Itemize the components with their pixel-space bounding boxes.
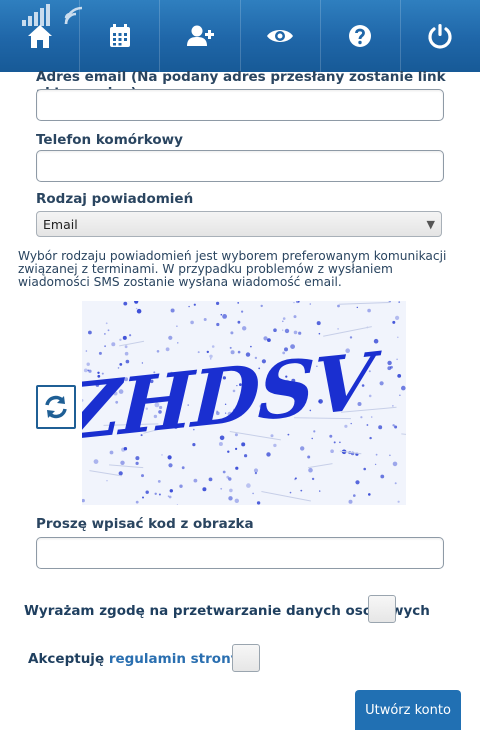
nav-view-button[interactable] bbox=[241, 0, 321, 72]
nav-add-user-button[interactable] bbox=[160, 0, 241, 72]
notification-type-select[interactable]: Email ▼ bbox=[36, 211, 442, 237]
nav-logout-button[interactable] bbox=[401, 0, 480, 72]
accept-terms-checkbox[interactable] bbox=[232, 644, 260, 672]
accept-terms-label: Akceptuję regulamin strony bbox=[28, 651, 239, 667]
calendar-icon bbox=[109, 24, 130, 47]
email-field[interactable] bbox=[36, 89, 444, 121]
refresh-icon bbox=[45, 395, 67, 419]
create-account-button[interactable]: Utwórz konto bbox=[355, 690, 461, 730]
registration-form: Adres email (Na podany adres przesłany z… bbox=[0, 69, 480, 730]
chevron-down-icon: ▼ bbox=[426, 217, 435, 231]
accept-terms-prefix: Akceptuję bbox=[28, 651, 105, 667]
notification-info-text: Wybór rodzaju powiadomień jest wyborem p… bbox=[18, 249, 447, 289]
eye-icon bbox=[267, 30, 294, 42]
nav-home-button[interactable] bbox=[0, 0, 81, 72]
nav-calendar-button[interactable] bbox=[80, 0, 161, 72]
phone-label: Telefon komórkowy bbox=[36, 132, 183, 148]
add-user-icon bbox=[186, 25, 214, 46]
captcha-image: ZHDSV bbox=[82, 301, 406, 505]
notification-type-label: Rodzaj powiadomień bbox=[36, 191, 194, 207]
consent-data-checkbox[interactable] bbox=[368, 595, 396, 623]
captcha-label: Proszę wpisać kod z obrazka bbox=[36, 516, 254, 532]
captcha-field[interactable] bbox=[36, 537, 444, 569]
question-icon bbox=[349, 25, 372, 47]
phone-field[interactable] bbox=[36, 150, 444, 182]
power-icon bbox=[428, 24, 452, 49]
top-navigation-bar bbox=[0, 0, 480, 72]
notification-type-selected: Email bbox=[43, 216, 78, 232]
terms-link[interactable]: regulamin strony bbox=[109, 651, 240, 667]
home-icon bbox=[27, 25, 52, 48]
captcha-refresh-button[interactable] bbox=[36, 385, 76, 429]
nav-help-button[interactable] bbox=[321, 0, 401, 72]
